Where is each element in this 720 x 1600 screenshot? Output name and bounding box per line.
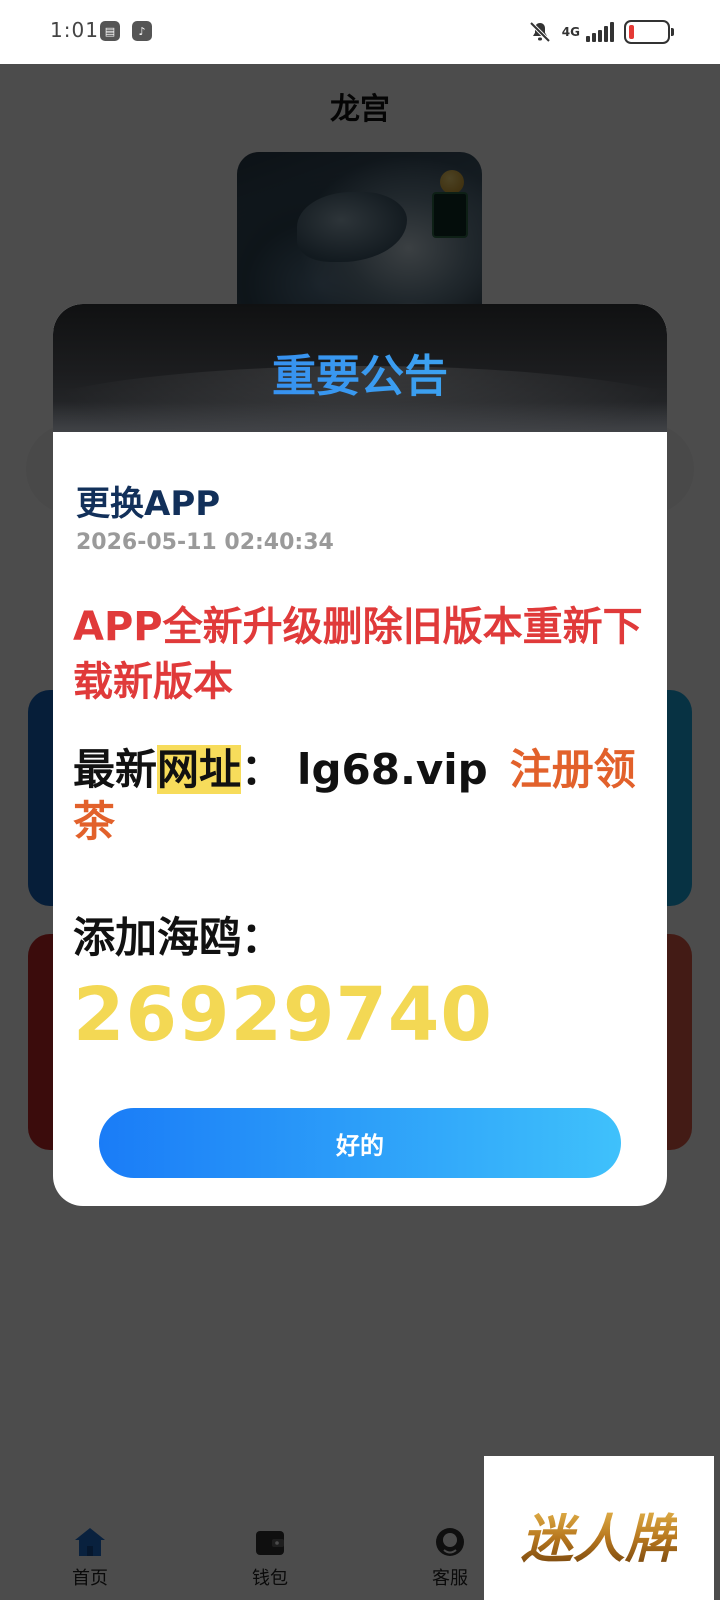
status-bar: 1:01 ▤ ♪ 4G [0, 0, 720, 64]
url-link[interactable]: lg68.vip [297, 745, 488, 794]
notice-headline: APP全新升级删除旧版本重新下载新版本 [73, 604, 643, 705]
dialog-header: 重要公告 [53, 304, 667, 432]
notice-subject: 更换APP [76, 484, 221, 524]
network-type-label: 4G [561, 24, 580, 39]
contact-label: 添加海鸥： [73, 913, 284, 962]
url-label-prefix: 最新 [73, 745, 158, 794]
notes-app-icon: ▤ [100, 21, 120, 41]
status-indicators: 4G [528, 18, 674, 46]
watermark-text: 迷人牌 [521, 1497, 677, 1572]
status-time: 1:01 [50, 18, 99, 42]
tiktok-app-icon: ♪ [132, 21, 152, 41]
ok-button[interactable]: 好的 [99, 1108, 621, 1178]
signal-icon [586, 22, 614, 42]
notice-url-line: 最新网址： lg68.vip 注册领茶 [73, 744, 663, 848]
watermark-logo: 迷人牌 [484, 1456, 714, 1600]
notice-datetime: 2026-05-11 02:40:34 [76, 530, 334, 555]
url-colon: ： [241, 745, 284, 794]
url-label-highlight: 网址 [157, 745, 242, 794]
dialog-title: 重要公告 [53, 340, 667, 404]
contact-number: 26929740 [73, 972, 493, 1058]
announcement-dialog: 重要公告 更换APP 2026-05-11 02:40:34 APP全新升级删除… [53, 304, 667, 1206]
bell-off-icon [529, 21, 551, 43]
battery-low-icon [624, 20, 674, 44]
